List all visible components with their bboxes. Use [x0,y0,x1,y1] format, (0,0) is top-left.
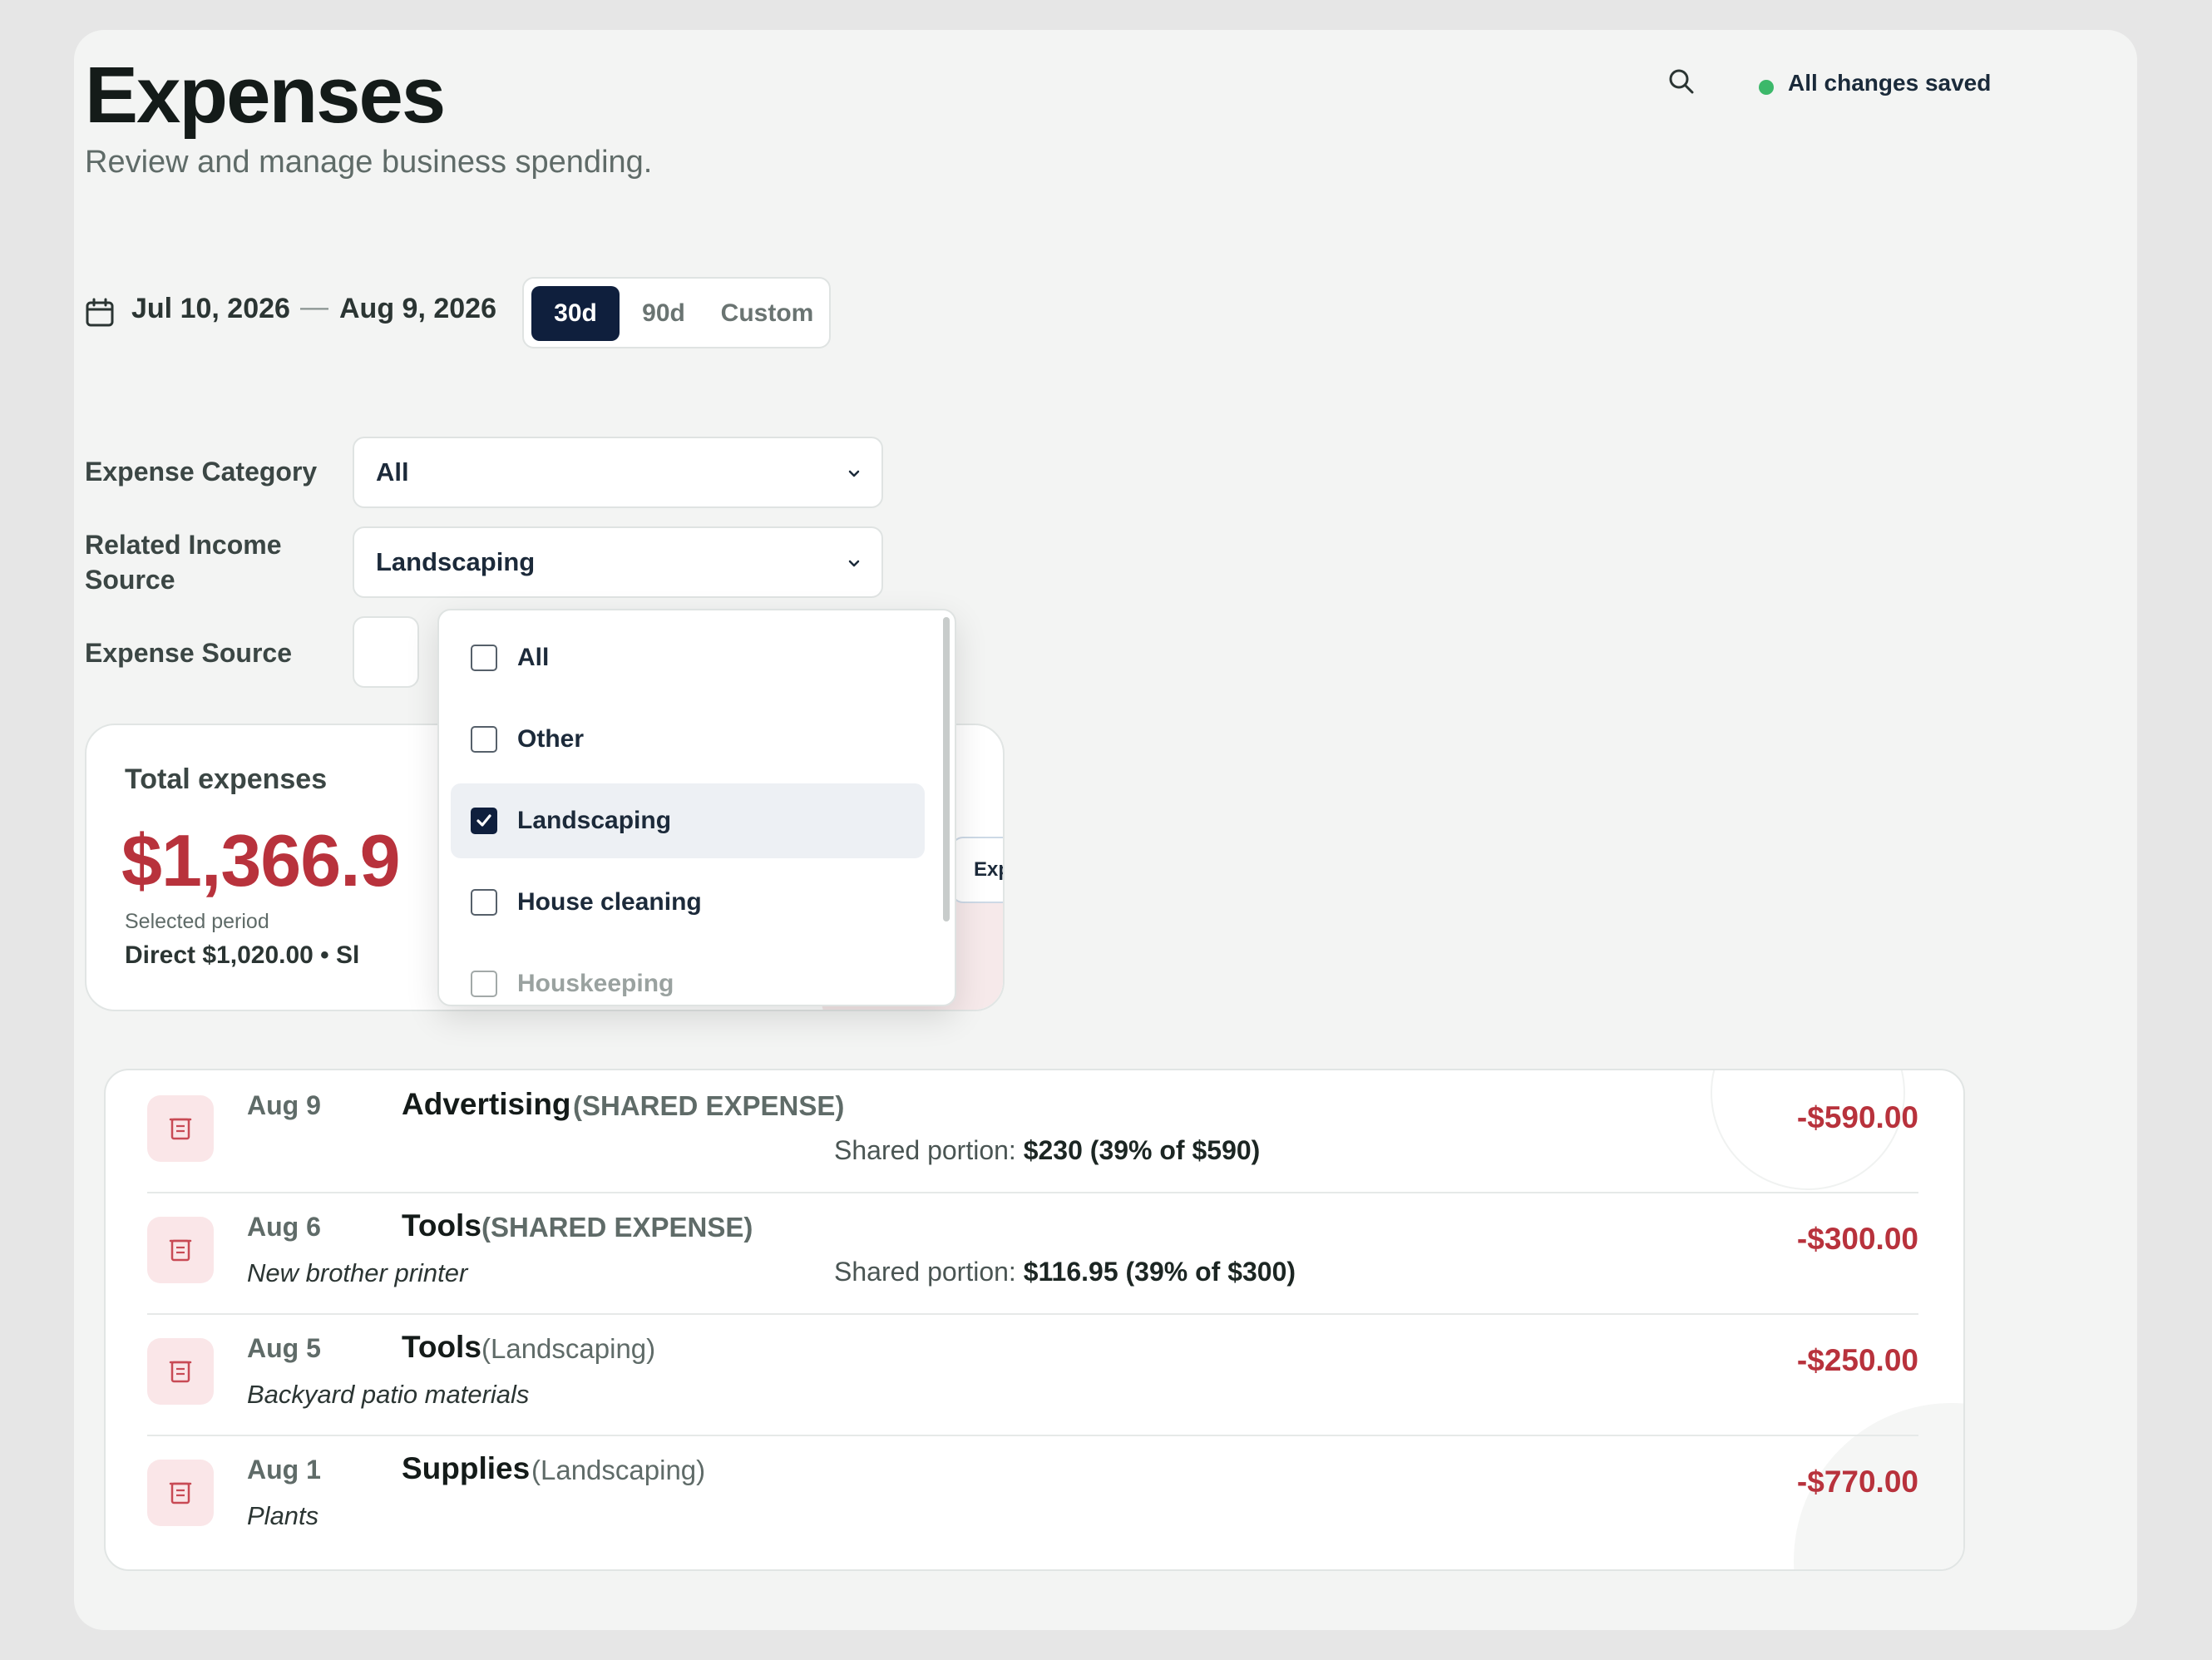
checkbox-icon[interactable] [471,971,497,997]
income-source-dropdown: All Other Landscaping House cleaning Hou… [437,609,956,1006]
transaction-category: Tools [402,1330,481,1364]
chevron-down-icon [848,560,860,567]
related-income-source-value: Landscaping [376,547,536,576]
page-title: Expenses [85,51,446,140]
preset-90d-button[interactable]: 90d [624,286,704,341]
checkbox-icon[interactable] [471,645,497,671]
saved-status-dot [1759,80,1774,95]
checkbox-checked-icon[interactable] [471,808,497,834]
total-expenses-amount: $1,366.9 [121,819,401,902]
transaction-note: Plants [247,1501,319,1530]
transaction-date: Aug 1 [247,1455,321,1485]
expense-category-value: All [376,457,409,487]
dropdown-option-label: Landscaping [517,807,672,834]
transaction-category: Supplies [402,1451,531,1485]
dropdown-option-label: Houskeeping [517,970,674,997]
related-income-source-select[interactable]: Landscaping [353,526,883,598]
transaction-amount: -$770.00 [1796,1465,1918,1499]
dropdown-option-landscaping[interactable]: Landscaping [451,783,925,858]
calendar-icon[interactable] [85,298,115,328]
dropdown-option-house-cleaning[interactable]: House cleaning [451,865,925,940]
date-range-separator: — [300,291,328,323]
transaction-note: New brother printer [247,1258,468,1287]
total-breakdown: Direct $1,020.00 • Sl [125,941,360,969]
transaction-row[interactable]: Aug 9 Advertising (SHARED EXPENSE) Share… [147,1070,1918,1193]
date-preset-toggle: 30d 90d Custom [522,277,831,348]
transaction-date: Aug 6 [247,1212,321,1242]
preset-custom-button[interactable]: Custom [711,286,823,341]
transaction-note: Backyard patio materials [247,1380,530,1409]
page-subtitle: Review and manage business spending. [85,145,653,180]
transaction-amount: -$300.00 [1796,1222,1918,1256]
transaction-tag: (Landscaping) [481,1333,656,1364]
total-expenses-label: Total expenses [125,763,328,795]
date-range-end[interactable]: Aug 9, 2026 [339,293,496,325]
search-icon[interactable] [1665,65,1698,98]
export-button[interactable]: Export [951,837,1003,903]
transaction-tag: (SHARED EXPENSE) [573,1090,845,1121]
transaction-category: Tools [402,1208,481,1243]
receipt-icon [147,1460,214,1526]
shared-portion-value: $230 (39% of $590) [1023,1135,1261,1165]
checkbox-icon[interactable] [471,726,497,753]
transaction-date: Aug 5 [247,1333,321,1363]
receipt-icon [147,1095,214,1162]
transaction-row[interactable]: Aug 1 Supplies (Landscaping) Plants -$77… [147,1435,1918,1556]
transactions-list: Aug 9 Advertising (SHARED EXPENSE) Share… [104,1069,1965,1571]
dropdown-option-other[interactable]: Other [451,702,925,777]
dropdown-option-houskeeping[interactable]: Houskeeping [451,946,925,1005]
expense-category-select[interactable]: All [353,437,883,508]
shared-portion-label: Shared portion: [834,1257,1016,1287]
transaction-shared-portion: Shared portion: $230 (39% of $590) [834,1135,1260,1166]
transaction-category: Advertising [402,1087,571,1121]
dropdown-scrollbar[interactable] [943,617,950,921]
receipt-icon [147,1217,214,1283]
dropdown-option-label: Other [517,725,585,753]
chevron-down-icon [848,470,860,477]
related-income-source-label: Related Income Source [85,530,282,595]
transaction-amount: -$590.00 [1796,1100,1918,1134]
expense-source-select[interactable] [353,616,419,688]
transaction-amount: -$250.00 [1796,1343,1918,1377]
checkbox-icon[interactable] [471,889,497,916]
dropdown-option-label: All [517,644,550,671]
transaction-row[interactable]: Aug 5 Tools (Landscaping) Backyard patio… [147,1313,1918,1436]
transaction-tag: (Landscaping) [531,1455,706,1485]
transaction-date: Aug 9 [247,1090,321,1120]
dropdown-option-all[interactable]: All [451,620,925,695]
transaction-shared-portion: Shared portion: $116.95 (39% of $300) [834,1257,1296,1287]
dropdown-option-label: House cleaning [517,888,702,916]
transaction-tag: (SHARED EXPENSE) [481,1212,753,1243]
saved-status-text: All changes saved [1788,70,1992,96]
date-range-start[interactable]: Jul 10, 2026 [131,293,290,325]
expense-source-label: Expense Source [85,638,292,668]
preset-30d-button[interactable]: 30d [531,286,620,341]
shared-portion-label: Shared portion: [834,1135,1016,1165]
expense-category-label: Expense Category [85,457,318,487]
total-period-label: Selected period [125,910,269,933]
shared-portion-value: $116.95 (39% of $300) [1023,1257,1296,1287]
receipt-icon [147,1338,214,1405]
transaction-row[interactable]: Aug 6 Tools (SHARED EXPENSE) New brother… [147,1192,1918,1315]
